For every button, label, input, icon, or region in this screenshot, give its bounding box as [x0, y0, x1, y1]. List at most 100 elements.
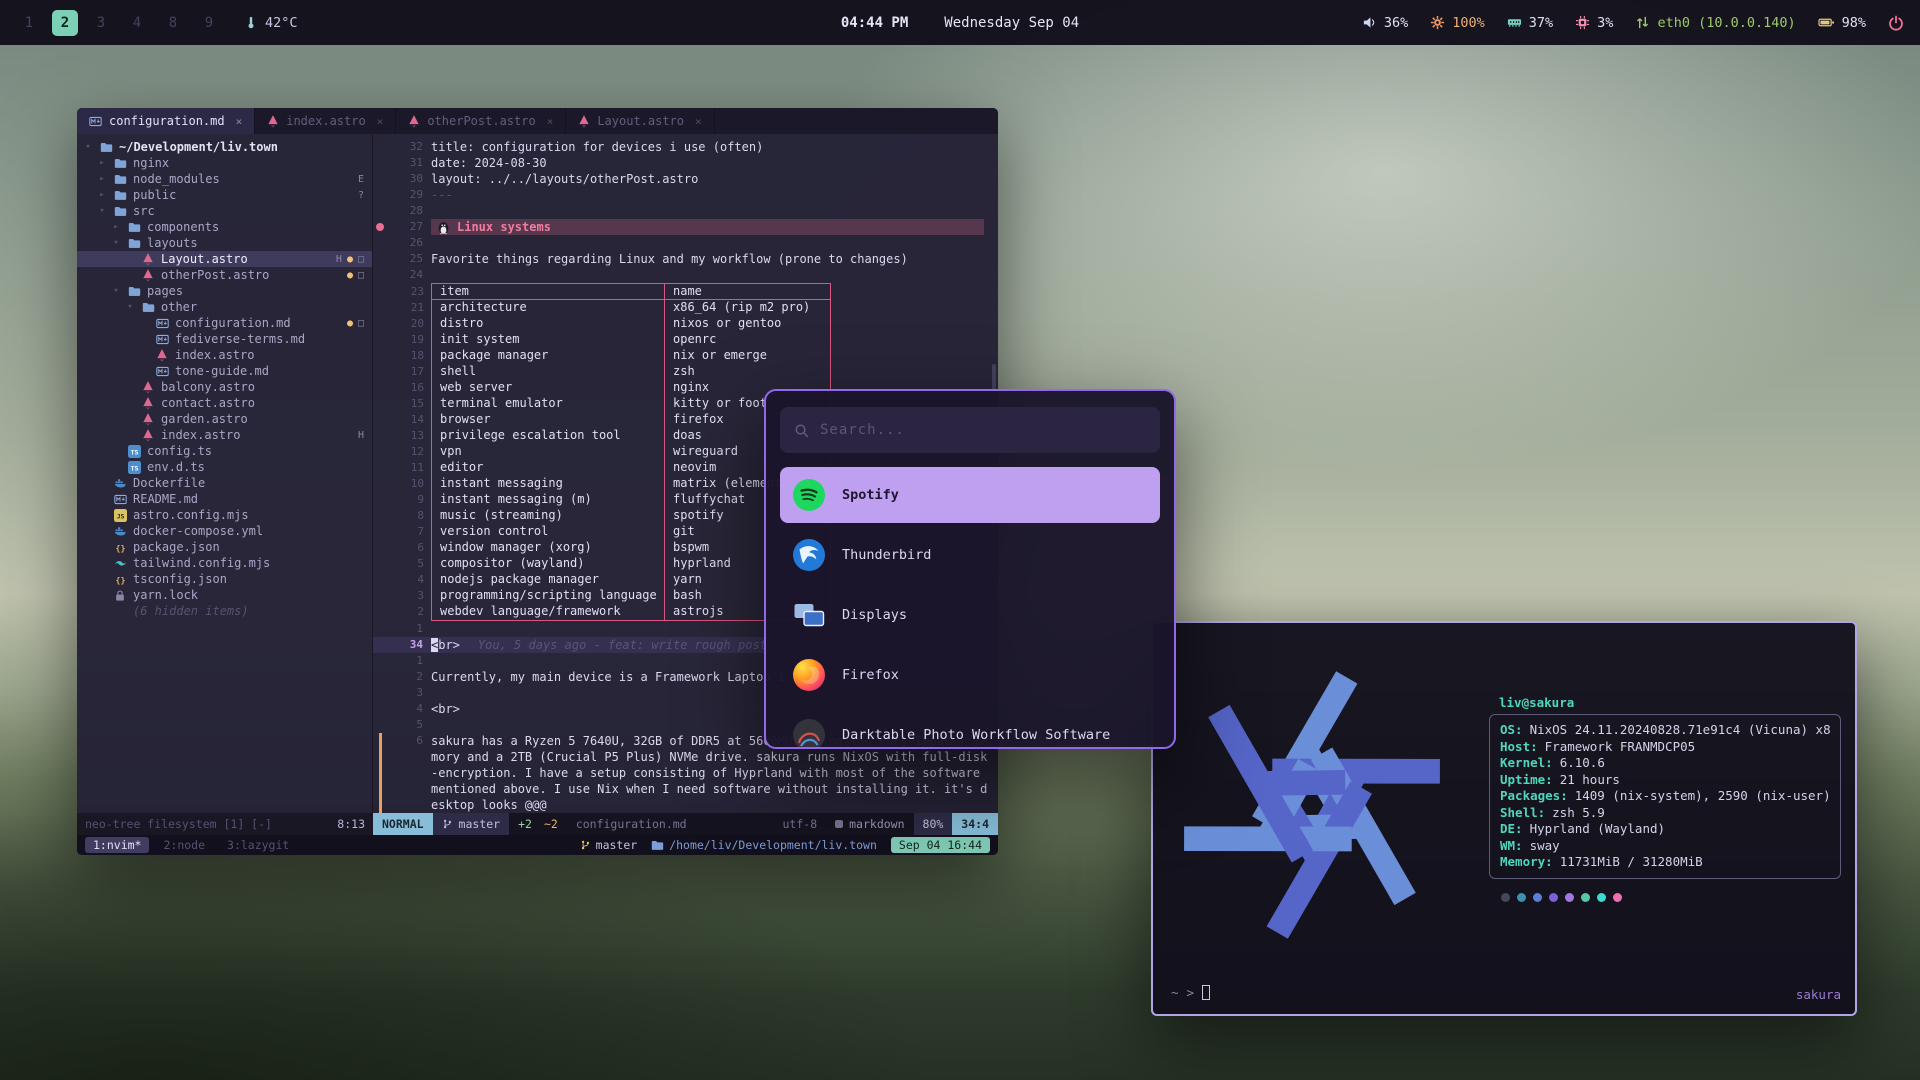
tree-item-package.json[interactable]: {}package.json: [77, 539, 372, 555]
tree-item-layouts[interactable]: ▾layouts: [77, 235, 372, 251]
editor-line: 31date: 2024-08-30: [373, 155, 998, 171]
tab-otherPost.astro[interactable]: otherPost.astro×: [396, 108, 566, 134]
tab-close-icon[interactable]: ×: [236, 115, 243, 128]
tab-close-icon[interactable]: ×: [695, 115, 702, 128]
palette-dot-7: [1613, 893, 1622, 902]
launcher-item-firefox[interactable]: Firefox: [780, 647, 1160, 703]
displays-icon: [792, 598, 826, 632]
palette-dot-6: [1597, 893, 1606, 902]
svg-text:TS: TS: [130, 448, 138, 456]
tree-item-label: configuration.md: [175, 316, 291, 330]
status-modules: 36% 100% 37% 3% eth0 (10.0.0.140) 98%: [1362, 15, 1866, 31]
fetch-info-line: Kernel:6.10.6: [1500, 755, 1830, 772]
terminal-window[interactable]: liv@sakura OS:NixOS 24.11.20240828.71e91…: [1151, 621, 1857, 1016]
tree-item-src[interactable]: ▾src: [77, 203, 372, 219]
tree-item-tailwind.config.mjs[interactable]: tailwind.config.mjs: [77, 555, 372, 571]
tree-item-env.d.ts[interactable]: TSenv.d.ts: [77, 459, 372, 475]
launcher-search[interactable]: [780, 407, 1160, 453]
launcher-item-displays[interactable]: Displays: [780, 587, 1160, 643]
tree-item-configuration.md[interactable]: configuration.md●□: [77, 315, 372, 331]
tab-close-icon[interactable]: ×: [547, 115, 554, 128]
line-number: 32: [387, 139, 431, 155]
workspace-button-8[interactable]: 8: [160, 10, 186, 36]
table-cell-item: init system: [432, 332, 664, 348]
tree-item-yarn.lock[interactable]: yarn.lock: [77, 587, 372, 603]
table-row: 20distronixos or gentoo: [432, 316, 830, 332]
sign-column: [373, 653, 387, 669]
shell-prompt[interactable]: ~ >: [1171, 985, 1210, 1000]
module-cpu[interactable]: 3%: [1575, 15, 1613, 31]
tree-item-garden.astro[interactable]: garden.astro: [77, 411, 372, 427]
search-input[interactable]: [820, 422, 1146, 438]
tab-index.astro[interactable]: index.astro×: [255, 108, 396, 134]
launcher-item-thunderbird[interactable]: Thunderbird: [780, 527, 1160, 583]
tree-item-README.md[interactable]: README.md: [77, 491, 372, 507]
tree-item-label: otherPost.astro: [161, 268, 269, 282]
tmux-window-3:lazygit[interactable]: 3:lazygit: [219, 837, 297, 853]
table-cell-item: version control: [432, 524, 664, 540]
power-button[interactable]: [1888, 15, 1904, 31]
tree-item-components[interactable]: ▸components: [77, 219, 372, 235]
workspace-button-2[interactable]: 2: [52, 10, 78, 36]
tree-item-Dockerfile[interactable]: Dockerfile: [77, 475, 372, 491]
sign-column: [373, 701, 387, 717]
workspace-button-4[interactable]: 4: [124, 10, 150, 36]
workspace-button-3[interactable]: 3: [88, 10, 114, 36]
tab-configuration.md[interactable]: configuration.md×: [77, 108, 255, 134]
tree-item-balcony.astro[interactable]: balcony.astro: [77, 379, 372, 395]
clock-module[interactable]: 04:44 PM Wednesday Sep 04: [841, 15, 1079, 31]
tmux-window-2:node[interactable]: 2:node: [155, 837, 213, 853]
tree-item-tone-guide.md[interactable]: tone-guide.md: [77, 363, 372, 379]
tree-item-label: (6 hidden items): [133, 604, 249, 618]
markdown-heading-line: 27Linux systems: [373, 219, 998, 235]
battery-icon: [1818, 15, 1835, 30]
table-cell-item: shell: [432, 364, 664, 380]
line-number: 15: [388, 396, 424, 411]
fetch-info-line: Uptime:21 hours: [1500, 772, 1830, 789]
sign-column: [373, 733, 387, 813]
table-cell-item: distro: [432, 316, 664, 332]
thermometer-icon: [244, 15, 258, 30]
tree-item-astro.config.mjs[interactable]: JSastro.config.mjs: [77, 507, 372, 523]
sign-column: [373, 267, 387, 283]
tree-item-fediverse-terms.md[interactable]: fediverse-terms.md: [77, 331, 372, 347]
tree-item-6hiddenitems[interactable]: (6 hidden items): [77, 603, 372, 619]
chevron-down-icon: ▾: [125, 302, 135, 312]
table-header-row: 23itemname: [432, 284, 830, 300]
tmux-window-1:nvim*[interactable]: 1:nvim*: [85, 837, 149, 853]
table-cell-item: compositor (wayland): [432, 556, 664, 572]
tab-Layout.astro[interactable]: Layout.astro×: [566, 108, 714, 134]
module-gear[interactable]: 100%: [1430, 15, 1485, 31]
module-battery[interactable]: 98%: [1818, 15, 1866, 31]
workspace-button-1[interactable]: 1: [16, 10, 42, 36]
workspace-button-9[interactable]: 9: [196, 10, 222, 36]
temperature-module[interactable]: 42°C: [244, 15, 298, 31]
tree-item-other[interactable]: ▾other: [77, 299, 372, 315]
tree-item-Layout.astro[interactable]: Layout.astroH●□: [77, 251, 372, 267]
launcher-item-spotify[interactable]: Spotify: [780, 467, 1160, 523]
module-memory[interactable]: 37%: [1507, 15, 1553, 31]
tree-item-nginx[interactable]: ▸nginx: [77, 155, 372, 171]
module-volume[interactable]: 36%: [1362, 15, 1408, 31]
tree-item-docker-compose.yml[interactable]: docker-compose.yml: [77, 523, 372, 539]
tree-item-index.astro[interactable]: index.astro: [77, 347, 372, 363]
module-network[interactable]: eth0 (10.0.0.140): [1635, 15, 1795, 31]
fetch-info-value: 6.10.6: [1560, 755, 1605, 772]
tree-item-~Developmentliv.town[interactable]: ▾~/Development/liv.town: [77, 139, 372, 155]
tree-item-public[interactable]: ▸public?: [77, 187, 372, 203]
tab-close-icon[interactable]: ×: [377, 115, 384, 128]
launcher-item-darktable[interactable]: Darktable Photo Workflow Software: [780, 707, 1160, 749]
tree-badge: □: [358, 318, 364, 329]
chevron-right-icon: ▸: [111, 222, 121, 232]
tree-item-tsconfig.json[interactable]: {}tsconfig.json: [77, 571, 372, 587]
tree-item-config.ts[interactable]: TSconfig.ts: [77, 443, 372, 459]
line-number: 2: [388, 604, 424, 619]
tree-item-contact.astro[interactable]: contact.astro: [77, 395, 372, 411]
tree-item-otherPost.astro[interactable]: otherPost.astro●□: [77, 267, 372, 283]
tree-item-pages[interactable]: ▾pages: [77, 283, 372, 299]
statusline: NORMAL master +2 ~2 configuration.md utf…: [373, 813, 998, 835]
folder-open-icon: [127, 236, 141, 250]
tree-item-index.astro[interactable]: index.astroH: [77, 427, 372, 443]
palette-dot-0: [1501, 893, 1510, 902]
tree-item-node_modules[interactable]: ▸node_modulesE: [77, 171, 372, 187]
